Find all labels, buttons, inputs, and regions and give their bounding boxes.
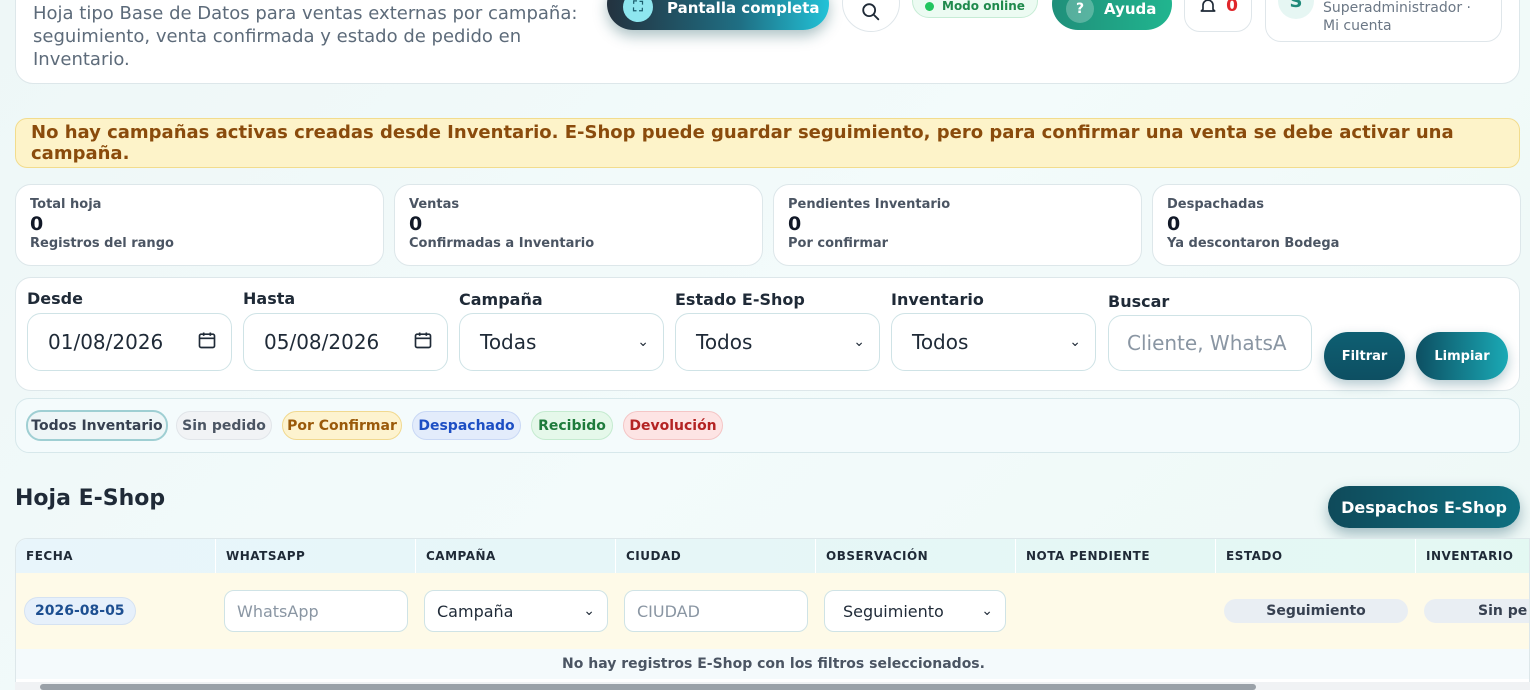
search-input[interactable]: Cliente, WhatsA: [1108, 315, 1312, 371]
inventario-badge: Sin pe: [1424, 599, 1529, 623]
fullscreen-icon: ⛶: [623, 0, 653, 22]
help-button[interactable]: ? Ayuda: [1052, 0, 1172, 30]
bell-icon: [1200, 0, 1216, 12]
help-icon: ?: [1066, 0, 1094, 23]
hasta-label: Hasta: [243, 289, 296, 308]
account-menu[interactable]: S Superadministrador · Mi cuenta: [1265, 0, 1502, 42]
table-header: FECHA WHATSAPP CAMPAÑA CIUDAD OBSERVACIÓ…: [16, 539, 1529, 573]
chip-devolucion[interactable]: Devolución: [623, 411, 723, 440]
clear-button[interactable]: Limpiar: [1416, 332, 1508, 380]
scrollbar-thumb[interactable]: [40, 684, 1256, 690]
chip-recibido[interactable]: Recibido: [531, 411, 613, 440]
buscar-label: Buscar: [1108, 292, 1170, 311]
my-account-link[interactable]: Mi cuenta: [1323, 17, 1471, 35]
inventario-label: Inventario: [891, 290, 984, 309]
page-subtitle: Hoja tipo Base de Datos para ventas exte…: [33, 3, 578, 70]
col-whatsapp: WHATSAPP: [216, 539, 416, 573]
campana-label: Campaña: [459, 290, 543, 309]
empty-state-message: No hay registros E-Shop con los filtros …: [16, 649, 1529, 679]
whatsapp-input[interactable]: WhatsApp: [224, 590, 408, 632]
chip-todos-inventario[interactable]: Todos Inventario: [26, 410, 168, 441]
notifications-button[interactable]: 0: [1184, 0, 1252, 32]
col-ciudad: CIUDAD: [616, 539, 816, 573]
table-row: 2026-08-05 WhatsApp Campaña ⌄ CIUDAD Seg…: [16, 573, 1529, 649]
campana-select[interactable]: Todas ⌄: [459, 313, 664, 371]
estado-badge: Seguimiento: [1224, 599, 1408, 623]
nota-pendiente-cell: [1016, 573, 1216, 649]
chevron-down-icon: ⌄: [1069, 334, 1081, 350]
stat-card-ventas: Ventas 0 Confirmadas a Inventario: [394, 184, 763, 266]
warning-banner: No hay campañas activas creadas desde In…: [15, 118, 1520, 168]
account-text: Superadministrador · Mi cuenta: [1323, 0, 1471, 35]
desde-date-input[interactable]: 01/08/2026: [27, 313, 232, 371]
ciudad-input[interactable]: CIUDAD: [624, 590, 808, 632]
chip-despachado[interactable]: Despachado: [412, 411, 521, 440]
chevron-down-icon: ⌄: [583, 603, 595, 619]
fullscreen-button[interactable]: ⛶ Pantalla completa: [607, 0, 829, 30]
estado-select[interactable]: Todos ⌄: [675, 313, 880, 371]
row-campana-select[interactable]: Campaña ⌄: [424, 590, 608, 632]
row-date-badge: 2026-08-05: [24, 597, 136, 625]
chip-sin-pedido[interactable]: Sin pedido: [176, 411, 272, 440]
estado-label: Estado E-Shop: [675, 290, 805, 309]
observacion-select[interactable]: Seguimiento ⌄: [824, 590, 1006, 632]
chevron-down-icon: ⌄: [853, 334, 865, 350]
col-observacion: OBSERVACIÓN: [816, 539, 1016, 573]
col-estado: ESTADO: [1216, 539, 1416, 573]
avatar: S: [1278, 0, 1314, 19]
eshop-table: FECHA WHATSAPP CAMPAÑA CIUDAD OBSERVACIÓ…: [15, 538, 1530, 690]
chevron-down-icon: ⌄: [637, 334, 649, 350]
notification-count: 0: [1226, 0, 1238, 16]
desde-label: Desde: [27, 289, 83, 308]
online-status-badge: Modo online: [912, 0, 1038, 18]
filter-button[interactable]: Filtrar: [1324, 332, 1405, 380]
stat-card-pendientes: Pendientes Inventario 0 Por confirmar: [773, 184, 1142, 266]
col-fecha: FECHA: [16, 539, 216, 573]
section-title: Hoja E-Shop: [15, 486, 166, 511]
col-nota-pendiente: NOTA PENDIENTE: [1016, 539, 1216, 573]
calendar-icon: [197, 330, 217, 355]
chip-por-confirmar[interactable]: Por Confirmar: [282, 411, 402, 440]
search-icon: [862, 3, 880, 21]
online-dot-icon: [925, 1, 934, 11]
inventario-select[interactable]: Todos ⌄: [891, 313, 1096, 371]
hasta-date-input[interactable]: 05/08/2026: [243, 313, 448, 371]
chevron-down-icon: ⌄: [981, 603, 993, 619]
col-campana: CAMPAÑA: [416, 539, 616, 573]
calendar-icon: [413, 330, 433, 355]
stat-card-total: Total hoja 0 Registros del rango: [15, 184, 384, 266]
dispatch-eshop-button[interactable]: Despachos E-Shop: [1328, 486, 1520, 528]
stat-card-despachadas: Despachadas 0 Ya descontaron Bodega: [1152, 184, 1521, 266]
col-inventario: INVENTARIO: [1416, 539, 1529, 573]
